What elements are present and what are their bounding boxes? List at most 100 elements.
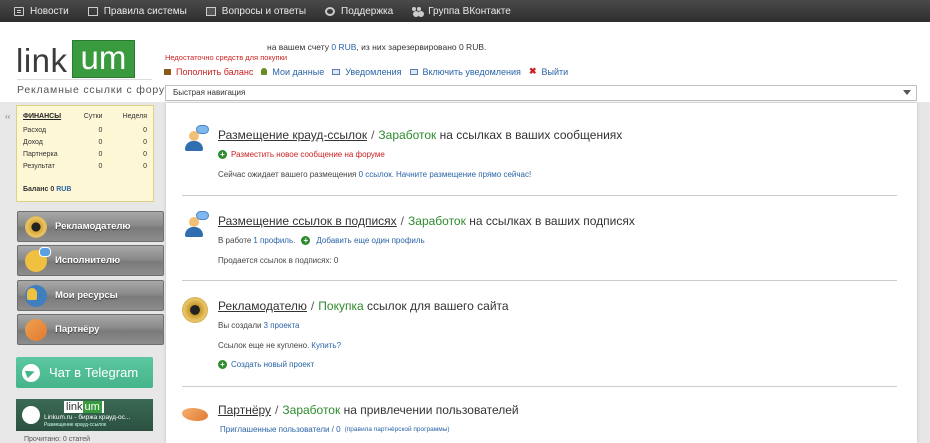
- quick-navigation-select[interactable]: Быстрая навигация: [165, 85, 917, 101]
- my-data-link[interactable]: Мои данные: [261, 67, 324, 77]
- close-icon: ✖: [528, 66, 537, 76]
- lifebuoy-icon: [325, 6, 335, 16]
- create-project-link[interactable]: + Создать новый проект: [218, 360, 314, 369]
- quick-navigation-value: Быстрая навигация: [173, 88, 246, 97]
- section-title-link[interactable]: Партнёру: [218, 403, 271, 417]
- notifications-link[interactable]: Уведомления: [332, 66, 402, 77]
- rules-icon: [87, 6, 98, 16]
- profiles-in-work-label: В работе: [218, 236, 252, 245]
- section-title-rest: на ссылках в ваших сообщениях: [439, 128, 623, 142]
- table-row: Партнерка 0 0: [17, 149, 153, 161]
- sidebar-button-label: Исполнителю: [55, 255, 121, 266]
- topnav-news-link[interactable]: Новости: [14, 6, 69, 17]
- chevron-down-icon: [903, 90, 911, 95]
- topnav-news-label: Новости: [30, 5, 69, 17]
- section-title-link[interactable]: Размещение крауд-ссылок: [218, 128, 367, 142]
- finance-widget: ФИНАНСЫ Сутки Неделя Расход 0 0 Доход 0 …: [16, 105, 154, 202]
- profiles-count-link[interactable]: 1 профиль.: [253, 236, 295, 245]
- topnav-support-link[interactable]: Поддержка: [325, 6, 393, 17]
- pending-status-count: 0 ссылок.: [358, 170, 394, 179]
- envelope-icon: [332, 68, 341, 75]
- user-chat-icon: [182, 211, 210, 239]
- section-divider: [182, 280, 897, 281]
- sidebar-button-executor[interactable]: Исполнителю: [17, 245, 164, 276]
- promo-text: Linkum.ru - биржа крауд-ос...: [44, 414, 131, 421]
- topnav-rules-link[interactable]: Правила системы: [87, 5, 187, 17]
- promo-logo: link um: [64, 401, 104, 413]
- links-not-bought-text: Ссылок еще не куплено.: [218, 341, 310, 350]
- balance-currency: RUB: [338, 42, 357, 52]
- telegram-chat-button[interactable]: Чат в Telegram: [16, 357, 153, 388]
- wallet-icon: [164, 68, 171, 75]
- plus-circle-icon: +: [218, 150, 227, 159]
- promo-avatar: [22, 406, 40, 424]
- finance-row-label: Доход: [23, 139, 43, 146]
- section-title-green: Заработок: [282, 403, 341, 417]
- section-title-link[interactable]: Рекламодателю: [218, 299, 307, 313]
- user-menu: Пополнить баланс Мои данные Уведомления …: [164, 66, 576, 77]
- table-row: Доход 0 0: [17, 137, 153, 149]
- topnav-rules-label: Правила системы: [103, 5, 187, 17]
- balance-amount: 0: [331, 42, 337, 52]
- invited-users-link[interactable]: Приглашенные пользователи / 0: [220, 425, 341, 434]
- promo-logo-um: um: [82, 401, 102, 413]
- site-logo[interactable]: link um: [16, 38, 136, 79]
- create-project-label: Создать новый проект: [231, 360, 315, 369]
- dashboard-panel: Размещение крауд-ссылок / Заработок на ссы…: [166, 103, 917, 443]
- section-title-rest: на привлечении пользователей: [343, 403, 519, 417]
- start-placement-link[interactable]: Начните размещение прямо сейчас!: [396, 170, 531, 179]
- newspaper-icon: [14, 6, 24, 16]
- finance-table: ФИНАНСЫ Сутки Неделя Расход 0 0 Доход 0 …: [17, 106, 153, 173]
- logout-link[interactable]: ✖ Выйти: [529, 66, 568, 77]
- collapse-sidebar-toggle[interactable]: ‹‹: [5, 112, 10, 121]
- invited-users: Приглашенные пользователи / 0 (правила п…: [218, 425, 450, 434]
- envelope-icon: [409, 68, 418, 75]
- insufficient-funds-warning: Недостаточно средств для покупки: [165, 53, 288, 62]
- partner-rules-link[interactable]: (правила партнёрской программы): [345, 426, 450, 433]
- profiles-in-work: В работе 1 профиль. + Добавить еще один п…: [218, 236, 425, 245]
- post-new-message-link[interactable]: + Разместить новое сообщение на форуме: [218, 150, 385, 159]
- section-title-link[interactable]: Размещение ссылок в подписях: [218, 214, 397, 228]
- logo-text-link: link: [16, 42, 68, 79]
- topup-balance-link[interactable]: Пополнить баланс: [164, 67, 253, 77]
- balance-suffix: , из них зарезервировано 0 RUB.: [356, 42, 487, 52]
- topnav-faq-link[interactable]: Вопросы и ответы: [205, 6, 306, 17]
- promo-banner[interactable]: link um Linkum.ru - биржа крауд-ос... Раз…: [16, 399, 153, 431]
- add-profile-link[interactable]: Добавить еще один профиль: [316, 236, 424, 245]
- finance-balance-currency-link[interactable]: RUB: [56, 186, 71, 193]
- user-card-icon: [25, 284, 47, 307]
- finance-row-label: Результат: [23, 163, 55, 170]
- projects-count-link[interactable]: 3 проекта: [264, 321, 300, 330]
- section-title-green: Заработок: [408, 214, 466, 228]
- finance-col-week: Неделя: [122, 113, 147, 120]
- enable-notifications-label: Включить уведомления: [422, 66, 521, 77]
- pending-status-text: Сейчас ожидает вашего размещения: [218, 170, 357, 179]
- topup-balance-label: Пополнить баланс: [176, 66, 254, 77]
- buy-link[interactable]: Купить?: [311, 341, 341, 350]
- logo-text-um: um: [71, 40, 136, 78]
- telegram-icon: [22, 363, 40, 382]
- sidebar-button-my-resources[interactable]: Мои ресурсы: [17, 280, 164, 311]
- section-title-rest: на ссылках в ваших подписях: [469, 214, 635, 228]
- post-new-message-label: Разместить новое сообщение на форуме: [231, 150, 385, 159]
- topnav-vk-group-link[interactable]: Группа ВКонтакте: [412, 6, 511, 17]
- signature-links-on-sale: Продается ссылок в подписях: 0: [218, 256, 339, 265]
- promo-subtext: Размещение крауд-ссылок: [44, 422, 107, 428]
- sidebar-button-advertiser[interactable]: Рекламодателю: [17, 211, 164, 242]
- finance-balance: Баланс 0 RUB: [23, 186, 71, 193]
- account-balance-info: на вашем счету 0 RUB, из них зарезервиро…: [267, 42, 486, 52]
- table-row: Расход 0 0: [17, 125, 153, 137]
- notifications-label: Уведомления: [345, 66, 402, 77]
- tagline-divider: [17, 79, 152, 80]
- sidebar-button-label: Партнёру: [55, 324, 100, 335]
- finance-row-week: 0: [143, 163, 147, 170]
- sidebar-button-label: Рекламодателю: [55, 221, 131, 232]
- sidebar-button-partner[interactable]: Партнёру: [17, 314, 164, 345]
- finance-header: ФИНАНСЫ: [23, 113, 62, 120]
- topnav-vk-group-label: Группа ВКонтакте: [428, 5, 511, 17]
- balance-amount-link[interactable]: 0 RUB: [331, 42, 356, 52]
- enable-notifications-link[interactable]: Включить уведомления: [409, 66, 521, 77]
- user-icon: [261, 68, 268, 75]
- finance-row-day: 0: [98, 151, 103, 158]
- section-title: Рекламодателю / Покупка ссылок для вашего …: [218, 299, 509, 313]
